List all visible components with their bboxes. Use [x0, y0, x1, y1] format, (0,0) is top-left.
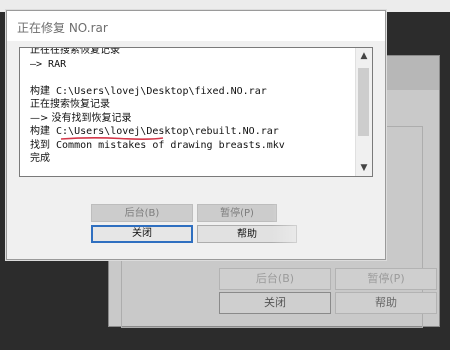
background-window-background-button: 后台(B) — [219, 268, 331, 290]
background-window-close-button: 关闭 — [219, 292, 331, 314]
background-button[interactable]: 后台(B) — [91, 204, 193, 222]
scroll-up-arrow-icon[interactable]: ▲ — [356, 48, 372, 64]
dialog-titlebar[interactable]: 正在修复 NO.rar — [7, 11, 385, 41]
log-line: —> 没有找到恢复记录 — [30, 112, 132, 124]
log-line: 正在在搜索恢复记录 — [30, 47, 120, 56]
annotation-underline — [60, 137, 164, 140]
log-lines: 正在在搜索恢复记录 —> RAR 构建 C:\Users\lovej\Deskt… — [30, 47, 352, 166]
close-button[interactable]: 关闭 — [91, 225, 193, 243]
log-line: 构建 C:\Users\lovej\Desktop\fixed.NO.rar — [30, 85, 267, 97]
log-line: 完成 — [30, 153, 50, 164]
repair-log[interactable]: 正在在搜索恢复记录 —> RAR 构建 C:\Users\lovej\Deskt… — [19, 47, 373, 177]
log-line: 正在搜索恢复记录 — [30, 99, 110, 110]
pause-button[interactable]: 暂停(P) — [197, 204, 277, 222]
background-window-pause-button: 暂停(P) — [335, 268, 437, 290]
repair-dialog: 正在修复 NO.rar 正在在搜索恢复记录 —> RAR 构建 C:\Users… — [6, 10, 386, 260]
log-line: —> RAR — [30, 58, 67, 70]
log-scrollbar[interactable]: ▲ ▼ — [355, 48, 372, 176]
dialog-title: 正在修复 NO.rar — [17, 21, 108, 35]
scroll-down-arrow-icon[interactable]: ▼ — [356, 160, 372, 176]
scroll-thumb[interactable] — [358, 68, 369, 136]
background-window-help-button: 帮助 — [335, 292, 437, 314]
button-area-fade — [272, 201, 382, 251]
